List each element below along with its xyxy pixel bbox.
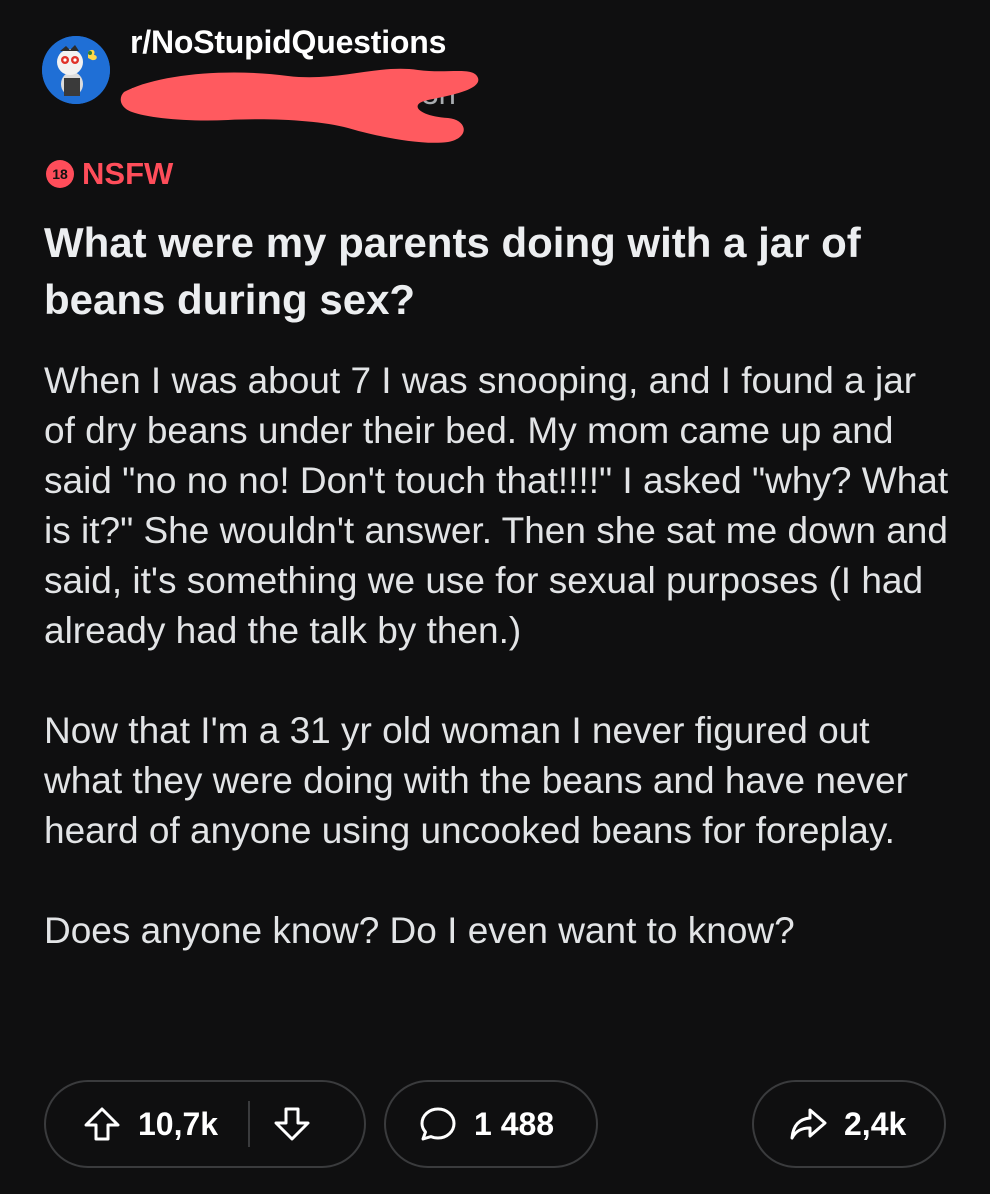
subreddit-name[interactable]: r/NoStupidQuestions <box>130 22 446 62</box>
snoo-mascot-icon <box>42 36 110 104</box>
comment-count: 1 488 <box>474 1105 555 1142</box>
post-action-bar: 10,7k 1 488 2,4k <box>44 1080 946 1170</box>
body-paragraph: When I was about 7 I was snooping, and I… <box>44 360 949 651</box>
author-name[interactable]: u/l <box>130 76 163 111</box>
arrow-down-icon[interactable] <box>272 1104 312 1144</box>
share-button[interactable]: 2,4k <box>752 1080 946 1168</box>
post-meta: u/l 3h <box>130 74 456 114</box>
post-age: 3h <box>421 76 456 111</box>
share-count: 2,4k <box>844 1105 907 1142</box>
speech-bubble-icon <box>418 1104 458 1144</box>
arrow-up-icon[interactable] <box>82 1104 122 1144</box>
comments-button[interactable]: 1 488 <box>384 1080 598 1168</box>
body-paragraph: Does anyone know? Do I even want to know… <box>44 910 795 951</box>
nsfw-label: NSFW <box>82 156 174 191</box>
post-title[interactable]: What were my parents doing with a jar of… <box>44 214 949 328</box>
vote-divider <box>248 1101 251 1147</box>
body-paragraph: Now that I'm a 31 yr old woman I never f… <box>44 710 908 851</box>
subreddit-avatar[interactable] <box>42 36 110 104</box>
upvote-count: 10,7k <box>138 1105 219 1142</box>
post-body: When I was about 7 I was snooping, and I… <box>44 356 949 1006</box>
share-arrow-icon <box>788 1104 828 1144</box>
nsfw-tag: 18 NSFW <box>46 154 173 194</box>
age-restriction-icon: 18 <box>46 160 74 188</box>
vote-control: 10,7k <box>44 1080 366 1168</box>
